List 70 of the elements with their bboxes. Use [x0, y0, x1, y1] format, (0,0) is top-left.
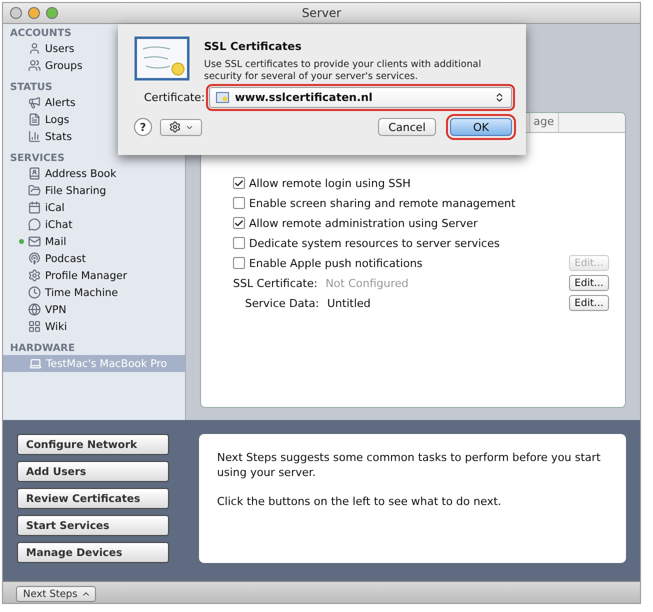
- checkbox[interactable]: [233, 217, 245, 229]
- next-step-button[interactable]: Configure Network: [17, 434, 169, 455]
- checkbox[interactable]: [233, 177, 245, 189]
- next-step-button[interactable]: Review Certificates: [17, 488, 169, 509]
- bar-chart-icon: [28, 130, 41, 143]
- sidebar-heading: SERVICES: [9, 152, 66, 165]
- sidebar-item[interactable]: Wiki: [3, 318, 185, 335]
- edit-button[interactable]: Edit...: [569, 275, 609, 291]
- sheet-title: SSL Certificates: [204, 40, 303, 53]
- help-button[interactable]: ?: [134, 118, 152, 136]
- folder-icon: [28, 184, 41, 197]
- sheet-description: Use SSL certificates to provide your clients with additional security for several of your server's services.: [204, 59, 482, 83]
- cancel-button[interactable]: Cancel: [378, 118, 436, 136]
- checkbox[interactable]: [233, 237, 245, 249]
- person-icon: [28, 42, 41, 55]
- address-book-icon: [28, 167, 41, 180]
- certificate-popup[interactable]: www.sslcertificaten.nl: [208, 87, 512, 108]
- envelope-icon: [28, 235, 41, 248]
- checkbox-label: Enable Apple push notifications: [249, 256, 423, 270]
- action-menu-button[interactable]: [160, 118, 202, 136]
- field-label: Service Data:: [245, 296, 320, 310]
- megaphone-icon: [28, 96, 41, 109]
- field-value: Untitled: [327, 296, 371, 310]
- podcast-icon: [28, 252, 41, 265]
- checkbox[interactable]: [233, 197, 245, 209]
- sidebar-item[interactable]: Mail: [3, 233, 185, 250]
- sidebar-item[interactable]: iChat: [3, 216, 185, 233]
- minimize-button[interactable]: [28, 7, 40, 19]
- sidebar-item[interactable]: Time Machine: [3, 284, 185, 301]
- certificate-icon: [134, 36, 190, 81]
- window-title: Server: [302, 6, 342, 20]
- calendar-icon: [28, 201, 41, 214]
- next-steps-toggle[interactable]: Next Steps: [16, 586, 96, 602]
- zoom-button[interactable]: [46, 7, 58, 19]
- sidebar-item[interactable]: File Sharing: [3, 182, 185, 199]
- certificate-label: Certificate:: [144, 91, 205, 104]
- next-steps-text: Next Steps suggests some common tasks to perform before you start using your server.: [217, 450, 602, 480]
- checkbox-label: Allow remote login using SSH: [249, 176, 411, 190]
- checkbox-label: Enable screen sharing and remote management: [249, 196, 516, 210]
- checkbox-label: Dedicate system resources to server services: [249, 236, 500, 250]
- globe-icon: [28, 303, 41, 316]
- grid-icon: [28, 320, 41, 333]
- close-button[interactable]: [10, 7, 22, 19]
- checkbox-label: Allow remote administration using Server: [249, 216, 478, 230]
- gear-icon: [168, 121, 180, 133]
- sidebar-item[interactable]: Podcast: [3, 250, 185, 267]
- edit-button[interactable]: Edit...: [569, 295, 609, 311]
- next-steps-text: Click the buttons on the left to see what to do next.: [217, 494, 502, 509]
- sidebar-item[interactable]: VPN: [3, 301, 185, 318]
- certificate-icon: [216, 92, 229, 103]
- speech-bubble-icon: [28, 218, 41, 231]
- sidebar-heading: ACCOUNTS: [9, 27, 72, 40]
- clock-icon: [28, 286, 41, 299]
- field-label: SSL Certificate:: [233, 276, 318, 290]
- gear-icon: [28, 269, 41, 282]
- next-step-button[interactable]: Add Users: [17, 461, 169, 482]
- next-step-button[interactable]: Manage Devices: [17, 542, 169, 563]
- document-icon: [28, 113, 41, 126]
- sidebar-item[interactable]: iCal: [3, 199, 185, 216]
- sidebar-item[interactable]: Profile Manager: [3, 267, 185, 284]
- next-step-button[interactable]: Start Services: [17, 515, 169, 536]
- people-icon: [28, 59, 41, 72]
- tab[interactable]: age: [528, 113, 559, 132]
- chevron-updown-icon: [494, 92, 505, 103]
- sidebar-item[interactable]: Address Book: [3, 165, 185, 182]
- sidebar-heading: HARDWARE: [9, 342, 76, 355]
- checkbox[interactable]: [233, 257, 245, 269]
- laptop-icon: [29, 357, 42, 370]
- sidebar-heading: STATUS: [9, 81, 54, 94]
- field-value: Not Configured: [325, 276, 409, 290]
